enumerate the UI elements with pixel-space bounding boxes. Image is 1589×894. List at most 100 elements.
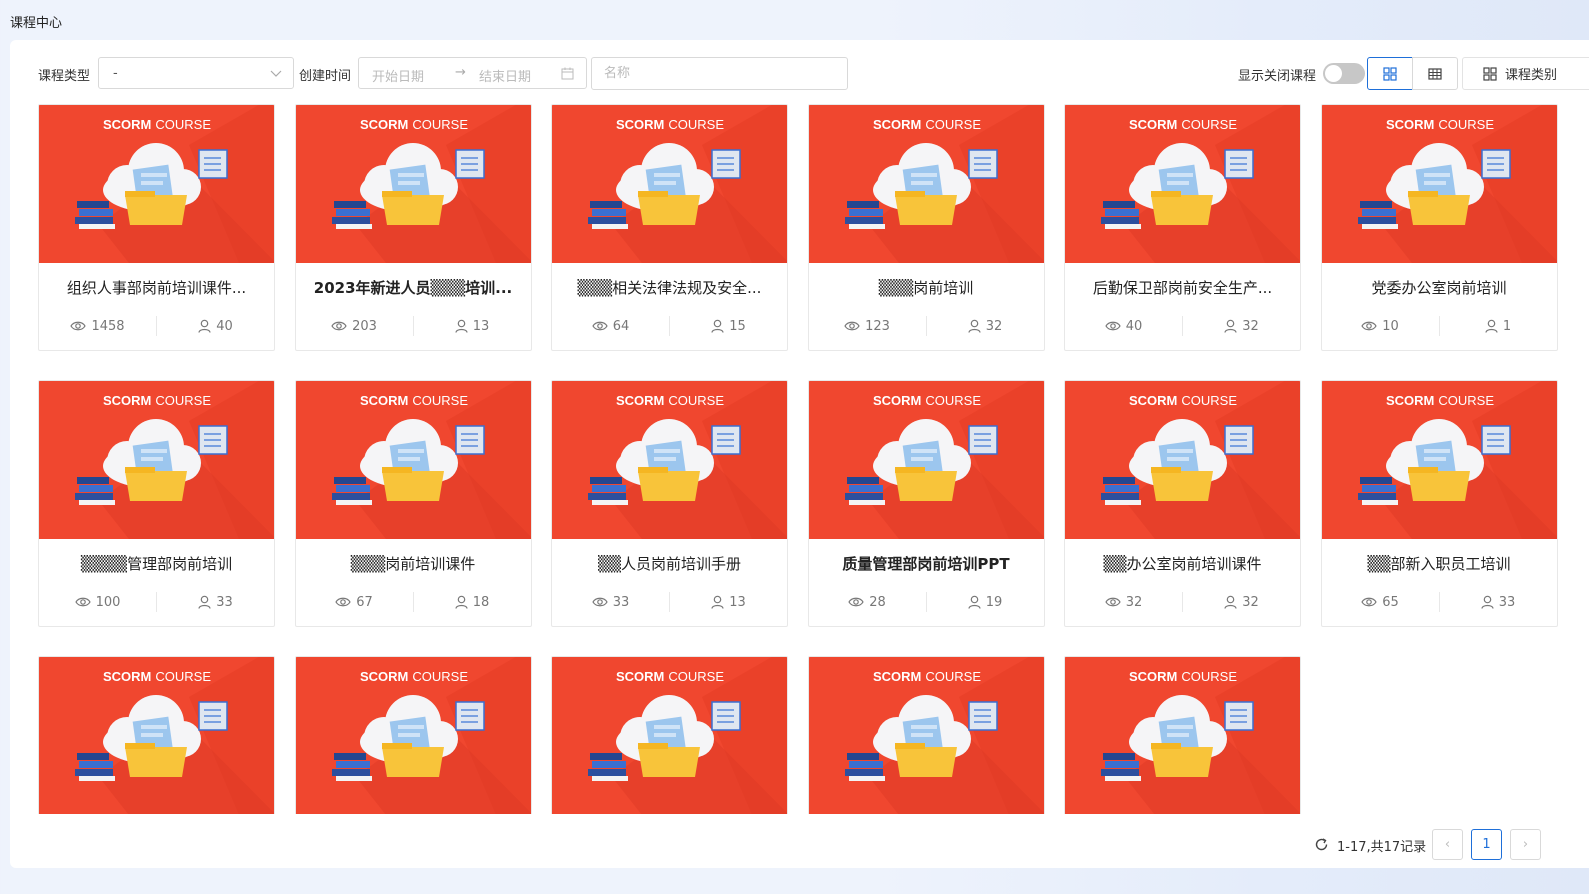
eye-icon — [592, 597, 608, 607]
user-icon — [968, 319, 981, 333]
course-title[interactable]: ▒▒人员岗前培训手册 — [566, 553, 773, 574]
course-title[interactable]: ▒▒▒相关法律法规及安全... — [566, 277, 773, 298]
svg-text:SCORMCOURSE: SCORM COURSE — [872, 117, 980, 132]
thumb-brand-bold: SCORM — [359, 117, 407, 132]
course-thumbnail[interactable]: SCORM COURSE — [808, 105, 1044, 263]
view-count-value: 100 — [95, 594, 121, 610]
course-card[interactable]: SCORM COURSE ▒▒▒岗前培训课件 67 18 — [294, 380, 532, 627]
name-search-input[interactable] — [591, 57, 848, 90]
table-view-icon — [1428, 67, 1442, 80]
course-thumbnail[interactable]: SCORM COURSE — [1321, 381, 1557, 539]
page-1-button[interactable]: 1 — [1471, 829, 1502, 860]
course-title[interactable]: ▒▒办公室岗前培训课件 — [1079, 553, 1286, 574]
course-card[interactable]: SCORM COURSE — [807, 656, 1045, 814]
thumb-brand-light: COURSE — [155, 393, 211, 408]
course-title[interactable]: 质量管理部岗前培训PPT — [823, 553, 1030, 574]
course-title[interactable]: 党委办公室岗前培训 — [1336, 277, 1543, 298]
start-date-input[interactable]: 开始日期 — [372, 66, 424, 85]
show-closed-label: 显示关闭课程 — [1238, 69, 1317, 84]
course-thumbnail[interactable]: SCORM COURSE — [295, 381, 531, 539]
course-card[interactable]: SCORM COURSE — [1064, 656, 1301, 814]
learner-count-value: 13 — [472, 318, 490, 334]
course-thumbnail[interactable]: SCORM COURSE — [1065, 105, 1300, 263]
course-card[interactable]: SCORM COURSE ▒▒▒▒管理部岗前培训 100 33 — [38, 380, 275, 627]
course-stats: 10 1 — [1322, 315, 1557, 337]
user-icon — [198, 595, 211, 609]
date-range-picker[interactable]: 开始日期 → 结束日期 — [358, 57, 587, 89]
course-thumbnail[interactable]: SCORM COURSE — [39, 381, 274, 539]
course-category-button[interactable]: 课程类别 — [1462, 57, 1589, 90]
user-icon — [968, 595, 981, 609]
course-thumbnail[interactable]: SCORM COURSE — [295, 105, 531, 263]
course-card[interactable]: SCORM COURSE ▒▒▒岗前培训 123 32 — [807, 104, 1045, 351]
view-count-value: 40 — [1125, 318, 1143, 334]
course-card[interactable]: SCORM COURSE — [551, 656, 788, 814]
eye-icon — [1361, 597, 1377, 607]
course-thumbnail[interactable]: SCORM COURSE — [1065, 657, 1300, 814]
course-card[interactable]: SCORM COURSE 后勤保卫部岗前安全生产... 40 32 — [1064, 104, 1301, 351]
course-type-select[interactable]: - — [98, 57, 294, 89]
show-closed-toggle[interactable] — [1323, 63, 1365, 84]
course-thumbnail[interactable]: SCORM COURSE — [552, 105, 787, 263]
eye-icon — [592, 321, 608, 331]
course-title[interactable]: ▒▒▒岗前培训 — [823, 277, 1030, 298]
learner-count: 32 — [927, 319, 1044, 334]
view-count-value: 28 — [869, 594, 886, 610]
course-thumbnail[interactable]: SCORM COURSE — [808, 381, 1044, 539]
toggle-knob — [1325, 65, 1342, 82]
course-thumbnail[interactable]: SCORM COURSE — [1321, 105, 1557, 263]
course-card[interactable]: SCORM COURSE 组织人事部岗前培训课件... 1458 40 — [38, 104, 275, 351]
table-view-button[interactable] — [1412, 57, 1458, 90]
course-card[interactable]: SCORM COURSE ▒▒办公室岗前培训课件 32 32 — [1064, 380, 1301, 627]
view-count: 67 — [296, 595, 413, 610]
course-card[interactable]: SCORM COURSE ▒▒▒相关法律法规及安全... 64 15 — [551, 104, 788, 351]
course-title[interactable]: 2023年新进人员▒▒▒培训... — [310, 277, 517, 298]
course-thumbnail[interactable]: SCORM COURSE — [39, 657, 274, 814]
scorm-course-illustration: SCORM COURSE — [552, 105, 787, 263]
arrow-right-icon: → — [455, 65, 466, 80]
course-title[interactable]: ▒▒▒岗前培训课件 — [310, 553, 517, 574]
course-thumbnail[interactable]: SCORM COURSE — [295, 657, 531, 814]
course-card[interactable]: SCORM COURSE 2023年新进人员▒▒▒培训... 203 13 — [294, 104, 532, 351]
eye-icon — [1361, 321, 1377, 331]
scorm-course-illustration: SCORM COURSE — [295, 381, 531, 539]
view-count-value: 64 — [612, 318, 630, 334]
eye-icon — [70, 321, 87, 331]
user-icon — [1481, 595, 1494, 609]
course-title[interactable]: ▒▒▒▒管理部岗前培训 — [53, 553, 260, 574]
next-page-button[interactable]: › — [1510, 829, 1541, 860]
course-type-value: - — [113, 66, 118, 81]
user-icon — [1224, 319, 1237, 333]
course-card[interactable]: SCORM COURSE 质量管理部岗前培训PPT 28 19 — [807, 380, 1045, 627]
view-count: 1458 — [39, 319, 156, 334]
thumb-brand-light: COURSE — [668, 393, 724, 408]
svg-text:SCORMCOURSE: SCORM COURSE — [616, 117, 724, 132]
refresh-icon[interactable] — [1314, 837, 1329, 852]
card-view-button[interactable] — [1367, 57, 1413, 90]
course-card[interactable]: SCORM COURSE — [38, 656, 275, 814]
prev-page-button[interactable]: ‹ — [1432, 829, 1463, 860]
view-count: 28 — [809, 595, 926, 610]
scorm-course-illustration: SCORM COURSE — [808, 657, 1044, 814]
thumb-brand-bold: SCORM — [616, 393, 664, 408]
end-date-input[interactable]: 结束日期 — [479, 66, 531, 85]
course-card[interactable]: SCORM COURSE 党委办公室岗前培训 10 1 — [1320, 104, 1558, 351]
course-thumbnail[interactable]: SCORM COURSE — [808, 657, 1044, 814]
learner-count-value: 18 — [472, 594, 490, 610]
course-title[interactable]: 后勤保卫部岗前安全生产... — [1079, 277, 1286, 298]
course-title[interactable]: 组织人事部岗前培训课件... — [53, 277, 260, 298]
course-title[interactable]: ▒▒部新入职员工培训 — [1336, 553, 1543, 574]
calendar-icon — [561, 67, 574, 80]
course-card[interactable]: SCORM COURSE — [294, 656, 532, 814]
course-card[interactable]: SCORM COURSE ▒▒人员岗前培训手册 33 13 — [551, 380, 788, 627]
course-thumbnail[interactable]: SCORM COURSE — [552, 381, 787, 539]
scorm-course-illustration: SCORM COURSE — [295, 105, 531, 263]
course-thumbnail[interactable]: SCORM COURSE — [1065, 381, 1300, 539]
course-thumbnail[interactable]: SCORM COURSE — [39, 105, 274, 263]
course-type-label: 课程类型 — [38, 69, 91, 84]
learner-count: 32 — [1183, 319, 1300, 334]
svg-text:SCORMCOURSE: SCORM COURSE — [1129, 393, 1237, 408]
course-stats: 123 32 — [809, 315, 1044, 337]
course-card[interactable]: SCORM COURSE ▒▒部新入职员工培训 65 33 — [1320, 380, 1558, 627]
course-thumbnail[interactable]: SCORM COURSE — [552, 657, 787, 814]
